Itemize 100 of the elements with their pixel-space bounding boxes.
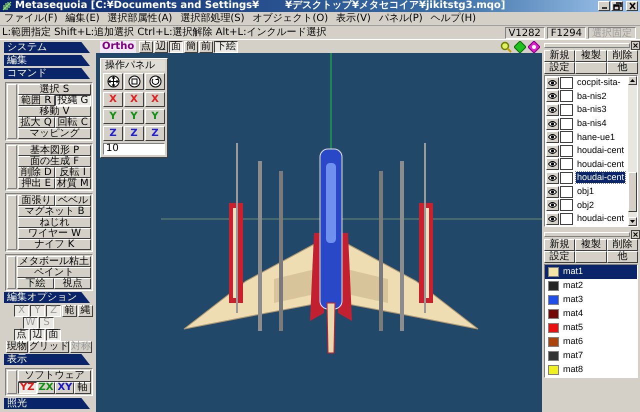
option-button[interactable]: 面 xyxy=(46,329,61,341)
command-button[interactable]: メタボール粘土 xyxy=(17,256,91,267)
visibility-eye-icon[interactable] xyxy=(546,118,559,130)
command-button[interactable]: 反転 I xyxy=(54,167,91,178)
visibility-eye-icon[interactable] xyxy=(546,90,559,102)
material-row[interactable]: mat6 xyxy=(545,334,637,349)
panel-button[interactable]: 他 xyxy=(606,62,638,74)
command-button[interactable]: 基本図形 P xyxy=(18,145,91,156)
panel-header[interactable]: 編集 xyxy=(4,55,90,66)
panel-button[interactable]: 複製 xyxy=(575,238,607,251)
command-button[interactable]: ソフトウェア xyxy=(18,370,91,382)
lock-checkbox[interactable] xyxy=(560,199,573,212)
visibility-eye-icon[interactable] xyxy=(546,212,559,225)
panel-button[interactable]: 設定 xyxy=(544,62,576,74)
snap-button[interactable]: 現物 xyxy=(6,341,28,353)
visibility-eye-icon[interactable] xyxy=(546,144,559,157)
lock-checkbox[interactable] xyxy=(560,90,573,102)
view-mode-button[interactable]: 辺 xyxy=(154,40,168,52)
magnifier-icon[interactable] xyxy=(500,40,512,52)
panel-button[interactable]: 新規 xyxy=(544,238,576,251)
panel-header[interactable]: 編集オプション xyxy=(4,292,90,303)
visibility-eye-icon[interactable] xyxy=(546,172,559,184)
scroll-down-arrow[interactable] xyxy=(628,216,637,226)
close-button[interactable] xyxy=(631,41,640,50)
material-row[interactable]: mat5 xyxy=(545,320,637,335)
object-name[interactable]: houdai-cent xyxy=(576,145,626,156)
command-button[interactable]: 投縄 G xyxy=(54,95,91,106)
object-name[interactable]: obj2 xyxy=(576,200,596,211)
blank-button[interactable] xyxy=(575,250,607,263)
axis-button[interactable]: Z xyxy=(124,126,144,141)
object-name[interactable]: houdai-cent xyxy=(576,172,626,184)
object-name[interactable]: ba-nis2 xyxy=(576,90,608,102)
object-name[interactable]: houdai-cent xyxy=(576,213,626,224)
close-button[interactable] xyxy=(631,230,640,239)
minimize-button[interactable] xyxy=(598,1,610,11)
panel-button[interactable]: 削除 xyxy=(606,238,638,251)
command-button[interactable]: 視点 xyxy=(54,278,91,289)
restore-button[interactable] xyxy=(611,1,623,11)
option-button[interactable]: 点 xyxy=(14,329,29,341)
material-row[interactable]: mat7 xyxy=(545,348,637,363)
panel-header[interactable]: 表示 xyxy=(4,354,90,365)
visibility-eye-icon[interactable] xyxy=(546,186,559,198)
scrollbar[interactable] xyxy=(628,76,637,226)
scale-icon[interactable] xyxy=(124,73,144,90)
lock-checkbox[interactable] xyxy=(560,76,573,89)
snap-button[interactable]: グリッド xyxy=(29,341,69,353)
view-mode-button[interactable]: 簡 xyxy=(184,40,198,52)
menu-item[interactable]: 選択部処理(S) xyxy=(180,12,244,25)
command-button[interactable]: 移動 V xyxy=(18,106,91,117)
option-button[interactable]: 辺 xyxy=(30,329,45,341)
material-row[interactable]: mat2 xyxy=(545,278,637,293)
lock-checkbox[interactable] xyxy=(560,172,573,184)
menu-item[interactable]: ファイル(F) xyxy=(4,12,58,25)
view-mode-button[interactable]: 面 xyxy=(169,40,184,52)
lock-checkbox[interactable] xyxy=(560,212,573,225)
command-button[interactable]: 拡大 Q xyxy=(18,117,54,128)
object-name[interactable]: houdai-cent xyxy=(576,158,626,170)
command-button[interactable]: 選択 S xyxy=(18,84,91,95)
blank-button[interactable] xyxy=(575,62,607,74)
object-name[interactable]: ba-nis4 xyxy=(576,118,608,130)
view-mode-button[interactable]: 前 xyxy=(199,40,214,52)
command-button[interactable]: ナイフ K xyxy=(18,239,91,250)
visibility-eye-icon[interactable] xyxy=(546,158,559,170)
command-button[interactable]: XY xyxy=(55,382,74,394)
command-button[interactable]: マッピング xyxy=(18,128,91,139)
menu-item[interactable]: 選択部属性(A) xyxy=(108,12,172,25)
menu-item[interactable]: オブジェクト(O) xyxy=(252,12,328,25)
visibility-eye-icon[interactable] xyxy=(546,131,559,144)
command-button[interactable]: 削除 D xyxy=(18,167,54,178)
material-row[interactable]: mat4 xyxy=(545,306,637,321)
menu-item[interactable]: ヘルプ(H) xyxy=(430,12,476,25)
menu-item[interactable]: 編集(E) xyxy=(66,12,100,25)
axis-button[interactable]: Z xyxy=(103,126,123,141)
command-button[interactable]: ねじれ xyxy=(18,217,91,228)
lock-checkbox[interactable] xyxy=(560,131,573,144)
menu-item[interactable]: パネル(P) xyxy=(378,12,423,25)
command-button[interactable]: 材質 M xyxy=(54,178,91,189)
scroll-up-arrow[interactable] xyxy=(628,76,637,85)
object-name[interactable]: hane-ue1 xyxy=(576,132,616,143)
panel-button[interactable]: 複製 xyxy=(575,50,607,62)
projection-label[interactable]: Ortho xyxy=(100,40,136,52)
object-name[interactable]: obj1 xyxy=(576,186,596,198)
visibility-eye-icon[interactable] xyxy=(546,76,559,89)
material-row[interactable]: mat8 xyxy=(545,362,637,377)
panel-button[interactable]: 新規 xyxy=(544,50,576,62)
command-button[interactable]: YZ xyxy=(18,382,36,394)
option-button[interactable]: 縄 xyxy=(78,305,93,317)
view-mode-button[interactable]: 点 xyxy=(139,40,154,52)
value-field[interactable]: 10 xyxy=(103,143,165,155)
visibility-eye-icon[interactable] xyxy=(546,104,559,116)
command-button[interactable]: マグネット B xyxy=(18,206,91,217)
scroll-thumb[interactable] xyxy=(628,172,637,212)
lock-checkbox[interactable] xyxy=(560,158,573,170)
object-name[interactable]: ba-nis3 xyxy=(576,104,608,116)
command-button[interactable]: 面張り xyxy=(18,195,54,206)
object-name[interactable]: cocpit-sita- xyxy=(576,77,622,88)
command-button[interactable]: ペイント xyxy=(17,267,91,278)
axis-button[interactable]: Z xyxy=(145,126,165,141)
command-button[interactable]: 軸 xyxy=(74,382,91,394)
command-button[interactable]: 面の生成 F xyxy=(18,156,91,167)
